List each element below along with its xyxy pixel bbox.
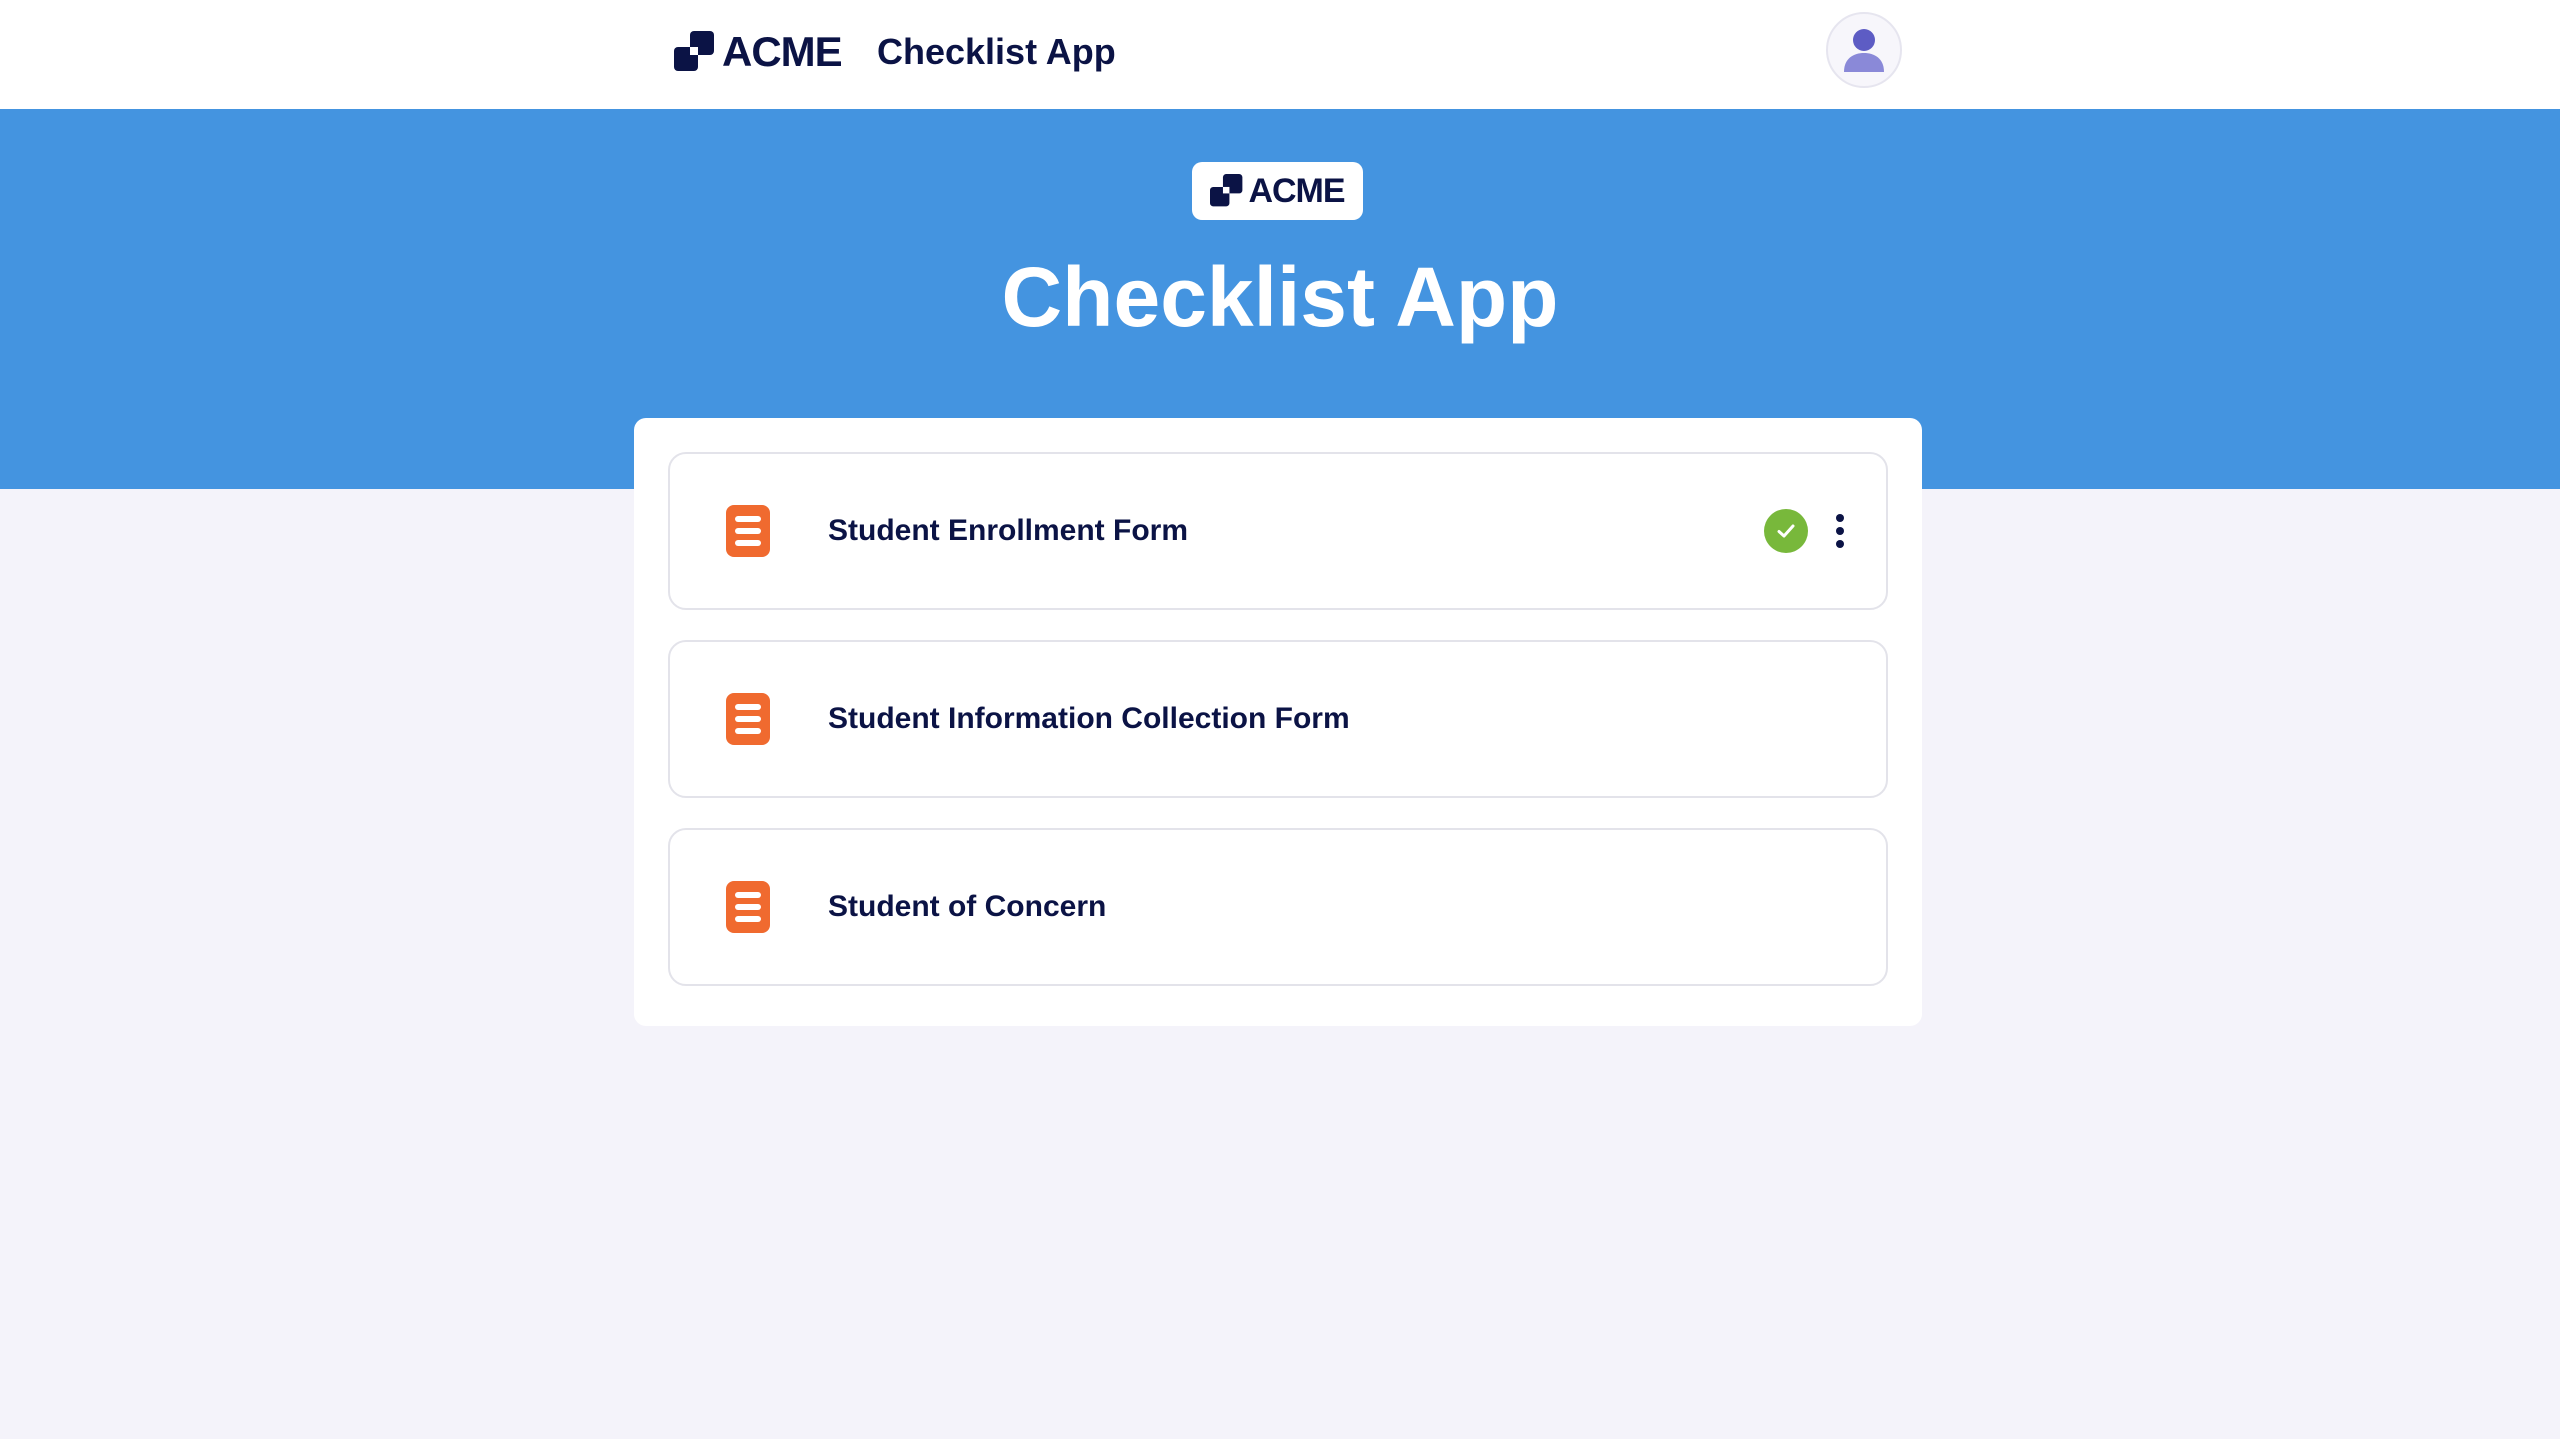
user-avatar-icon xyxy=(1844,29,1884,72)
form-item-student-information-collection[interactable]: Student Information Collection Form xyxy=(668,640,1888,798)
form-document-icon xyxy=(726,505,770,557)
more-options-button[interactable] xyxy=(1826,505,1854,557)
completed-check-icon xyxy=(1764,509,1808,553)
form-item-label: Student Enrollment Form xyxy=(828,514,1188,547)
app-title: Checklist App xyxy=(877,31,1116,72)
form-item-label: Student of Concern xyxy=(828,890,1107,923)
form-item-label: Student Information Collection Form xyxy=(828,702,1350,735)
form-document-icon xyxy=(726,881,770,933)
forms-panel: Student Enrollment Form Student Informat… xyxy=(634,418,1922,1026)
form-document-icon xyxy=(726,693,770,745)
hero-title: Checklist App xyxy=(1001,250,1559,344)
form-item-student-of-concern[interactable]: Student of Concern xyxy=(668,828,1888,986)
acme-logo-icon xyxy=(674,31,714,71)
top-bar: ACME Checklist App xyxy=(0,0,2560,109)
hero-brand-logo: ACME xyxy=(1192,162,1363,220)
user-avatar-button[interactable] xyxy=(1826,12,1902,88)
acme-logo-icon xyxy=(1210,174,1243,207)
brand-name: ACME xyxy=(722,28,843,75)
form-item-student-enrollment[interactable]: Student Enrollment Form xyxy=(668,452,1888,610)
brand-logo[interactable]: ACME xyxy=(674,28,843,76)
hero-brand-name: ACME xyxy=(1248,171,1345,210)
